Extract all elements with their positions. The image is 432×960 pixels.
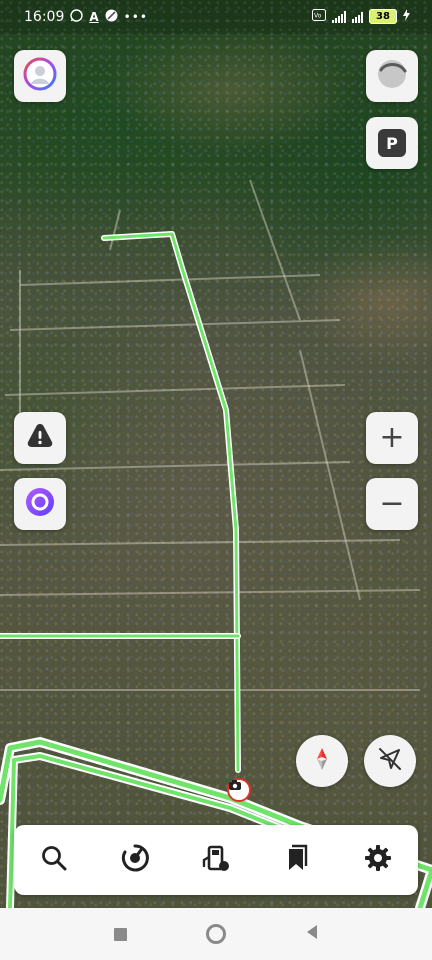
back-icon: [305, 924, 319, 944]
routes-button[interactable]: [111, 836, 159, 884]
vowifi-icon: Vo: [312, 9, 326, 24]
more-dots-icon: •••: [123, 10, 148, 24]
compass-button[interactable]: [296, 735, 348, 787]
system-nav-bar: [0, 908, 432, 960]
bottom-toolbar: [14, 825, 418, 895]
search-button[interactable]: [30, 836, 78, 884]
svg-text:Vo: Vo: [314, 13, 322, 20]
recent-apps-button[interactable]: [108, 922, 132, 946]
alice-assistant-button[interactable]: [14, 478, 66, 530]
charging-icon: [403, 9, 410, 24]
back-button[interactable]: [300, 922, 324, 946]
signal-icon: [332, 10, 346, 23]
parking-icon: P: [378, 129, 406, 157]
status-time: 16:09: [24, 9, 65, 25]
search-icon: [40, 844, 68, 876]
whatsapp-icon: [70, 9, 84, 25]
recent-apps-icon: [113, 927, 127, 941]
fuel-icon: [200, 842, 232, 878]
app-icon: [105, 9, 118, 25]
location-off-icon: [376, 745, 404, 777]
settings-icon: [363, 843, 393, 877]
home-icon: [206, 924, 226, 944]
profile-button[interactable]: [14, 50, 66, 102]
compass-icon: [309, 746, 335, 776]
alice-icon: [24, 486, 56, 522]
parking-label: P: [386, 133, 398, 153]
zoom-in-button[interactable]: +: [366, 412, 418, 464]
a-icon: A: [89, 10, 99, 24]
avatar: [23, 57, 57, 95]
my-location-button[interactable]: [364, 735, 416, 787]
parking-button[interactable]: P: [366, 117, 418, 169]
speed-camera-icon[interactable]: [227, 778, 251, 802]
route: [0, 231, 432, 908]
bookmarks-icon: [283, 843, 311, 877]
routes-icon: [119, 842, 151, 878]
status-bar: 16:09 A ••• Vo 38: [0, 0, 432, 34]
report-incident-button[interactable]: [14, 412, 66, 464]
fuel-button[interactable]: [192, 836, 240, 884]
zoom-out-button[interactable]: −: [366, 478, 418, 530]
home-button[interactable]: [204, 922, 228, 946]
layers-button[interactable]: [366, 50, 418, 102]
signal-icon-2: [352, 11, 363, 23]
alert-icon: [25, 421, 55, 455]
zoom-in-icon: +: [379, 420, 405, 455]
zoom-out-icon: −: [379, 486, 405, 521]
settings-button[interactable]: [354, 836, 402, 884]
battery-indicator: 38: [369, 9, 397, 24]
map-mode-icon: [375, 57, 409, 95]
bookmarks-button[interactable]: [273, 836, 321, 884]
